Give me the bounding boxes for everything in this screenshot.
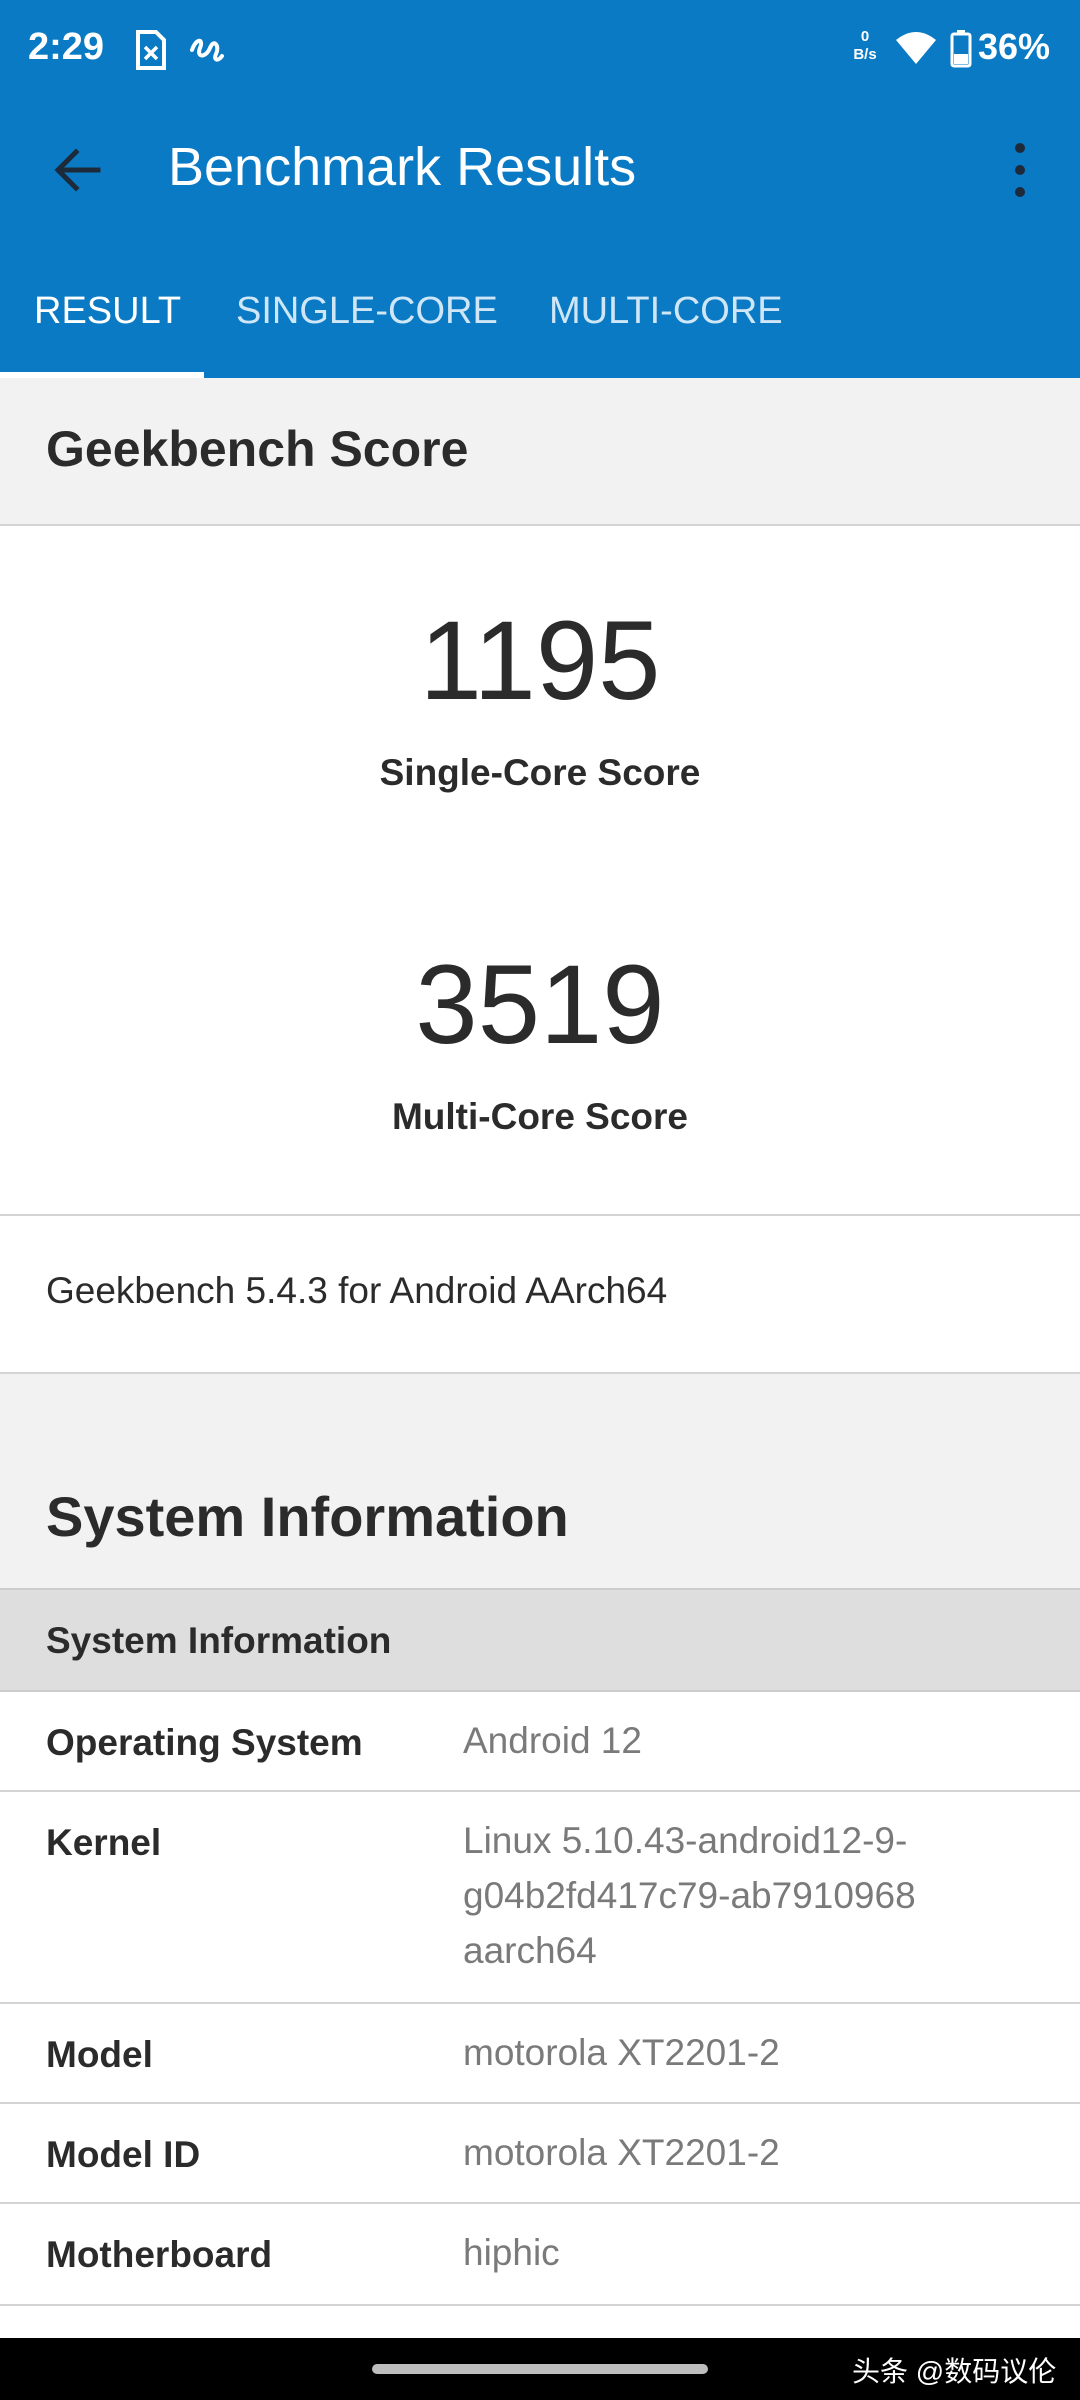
- info-value-line: hiphic: [463, 2232, 560, 2273]
- info-key: Motherboard: [46, 2234, 273, 2275]
- info-value-line: Linux 5.10.43-android12-9-: [463, 1820, 908, 1861]
- info-row-operating-system: Operating System Android 12: [0, 1692, 1080, 1792]
- more-vert-icon[interactable]: [1000, 138, 1040, 202]
- info-key: Model ID: [46, 2134, 201, 2175]
- tab-single-core[interactable]: SINGLE-CORE: [236, 290, 498, 333]
- info-value: Linux 5.10.43-android12-9- g04b2fd417c79…: [463, 1813, 1023, 1978]
- tab-result[interactable]: RESULT: [34, 290, 181, 333]
- system-information-header: System Information: [0, 1374, 1080, 1588]
- net-speed-value: 0: [860, 28, 870, 45]
- info-key: Model: [46, 2034, 153, 2075]
- info-key: Operating System: [46, 1722, 363, 1763]
- info-value-line: motorola XT2201-2: [463, 2132, 780, 2173]
- tab-bar: RESULT SINGLE-CORE MULTI-CORE: [0, 270, 1080, 378]
- home-gesture-handle[interactable]: [372, 2364, 708, 2374]
- navigation-bar: 头条 @数码议伦: [0, 2338, 1080, 2400]
- info-key: Kernel: [46, 1822, 162, 1863]
- page-title: Benchmark Results: [168, 137, 637, 197]
- info-row-kernel: Kernel Linux 5.10.43-android12-9- g04b2f…: [0, 1792, 1080, 2004]
- geekbench-score-header: Geekbench Score: [0, 378, 1080, 526]
- net-speed-unit: B/s: [853, 46, 877, 63]
- info-value: hiphic: [463, 2225, 1023, 2280]
- info-value: motorola XT2201-2: [463, 2025, 1023, 2080]
- single-core-score: 1195: [419, 598, 661, 723]
- info-value: Android 12: [463, 1713, 1023, 1768]
- geekbench-score-title: Geekbench Score: [46, 421, 469, 477]
- tab-multi-core[interactable]: MULTI-CORE: [549, 290, 783, 333]
- info-row-model: Model motorola XT2201-2: [0, 2004, 1080, 2104]
- info-row-motherboard: Motherboard hiphic: [0, 2204, 1080, 2306]
- arrow-back-icon[interactable]: [48, 140, 108, 200]
- multi-core-score: 3519: [415, 942, 665, 1067]
- geekbench-version: Geekbench 5.4.3 for Android AArch64: [46, 1270, 668, 1311]
- info-value: motorola XT2201-2: [463, 2125, 1023, 2180]
- battery-icon: [950, 30, 972, 68]
- system-information-group-title: System Information: [46, 1620, 392, 1661]
- score-panel: 1195 Single-Core Score 3519 Multi-Core S…: [0, 526, 1080, 1216]
- info-row-model-id: Model ID motorola XT2201-2: [0, 2104, 1080, 2204]
- notification-icon: [186, 28, 226, 72]
- app-bar: Benchmark Results: [0, 100, 1080, 240]
- single-core-score-label: Single-Core Score: [379, 752, 701, 793]
- battery-percent: 36%: [978, 26, 1051, 67]
- info-value-line: Android 12: [463, 1720, 642, 1761]
- info-value-line: motorola XT2201-2: [463, 2032, 780, 2073]
- status-time: 2:29: [28, 26, 105, 68]
- sim-card-icon: [130, 28, 170, 72]
- watermark: 头条 @数码议伦: [852, 2356, 1057, 2387]
- multi-core-score-label: Multi-Core Score: [391, 1096, 689, 1137]
- geekbench-version-row: Geekbench 5.4.3 for Android AArch64: [0, 1216, 1080, 1374]
- info-value-line: aarch64: [463, 1930, 597, 1971]
- system-information-group-header: System Information: [0, 1588, 1080, 1692]
- info-value-line: g04b2fd417c79-ab7910968: [463, 1875, 916, 1916]
- system-information-title: System Information: [46, 1485, 569, 1548]
- status-bar: 2:29 0 B/s 36%: [0, 0, 1080, 100]
- wifi-icon: [894, 30, 938, 66]
- net-speed: 0 B/s: [848, 28, 882, 64]
